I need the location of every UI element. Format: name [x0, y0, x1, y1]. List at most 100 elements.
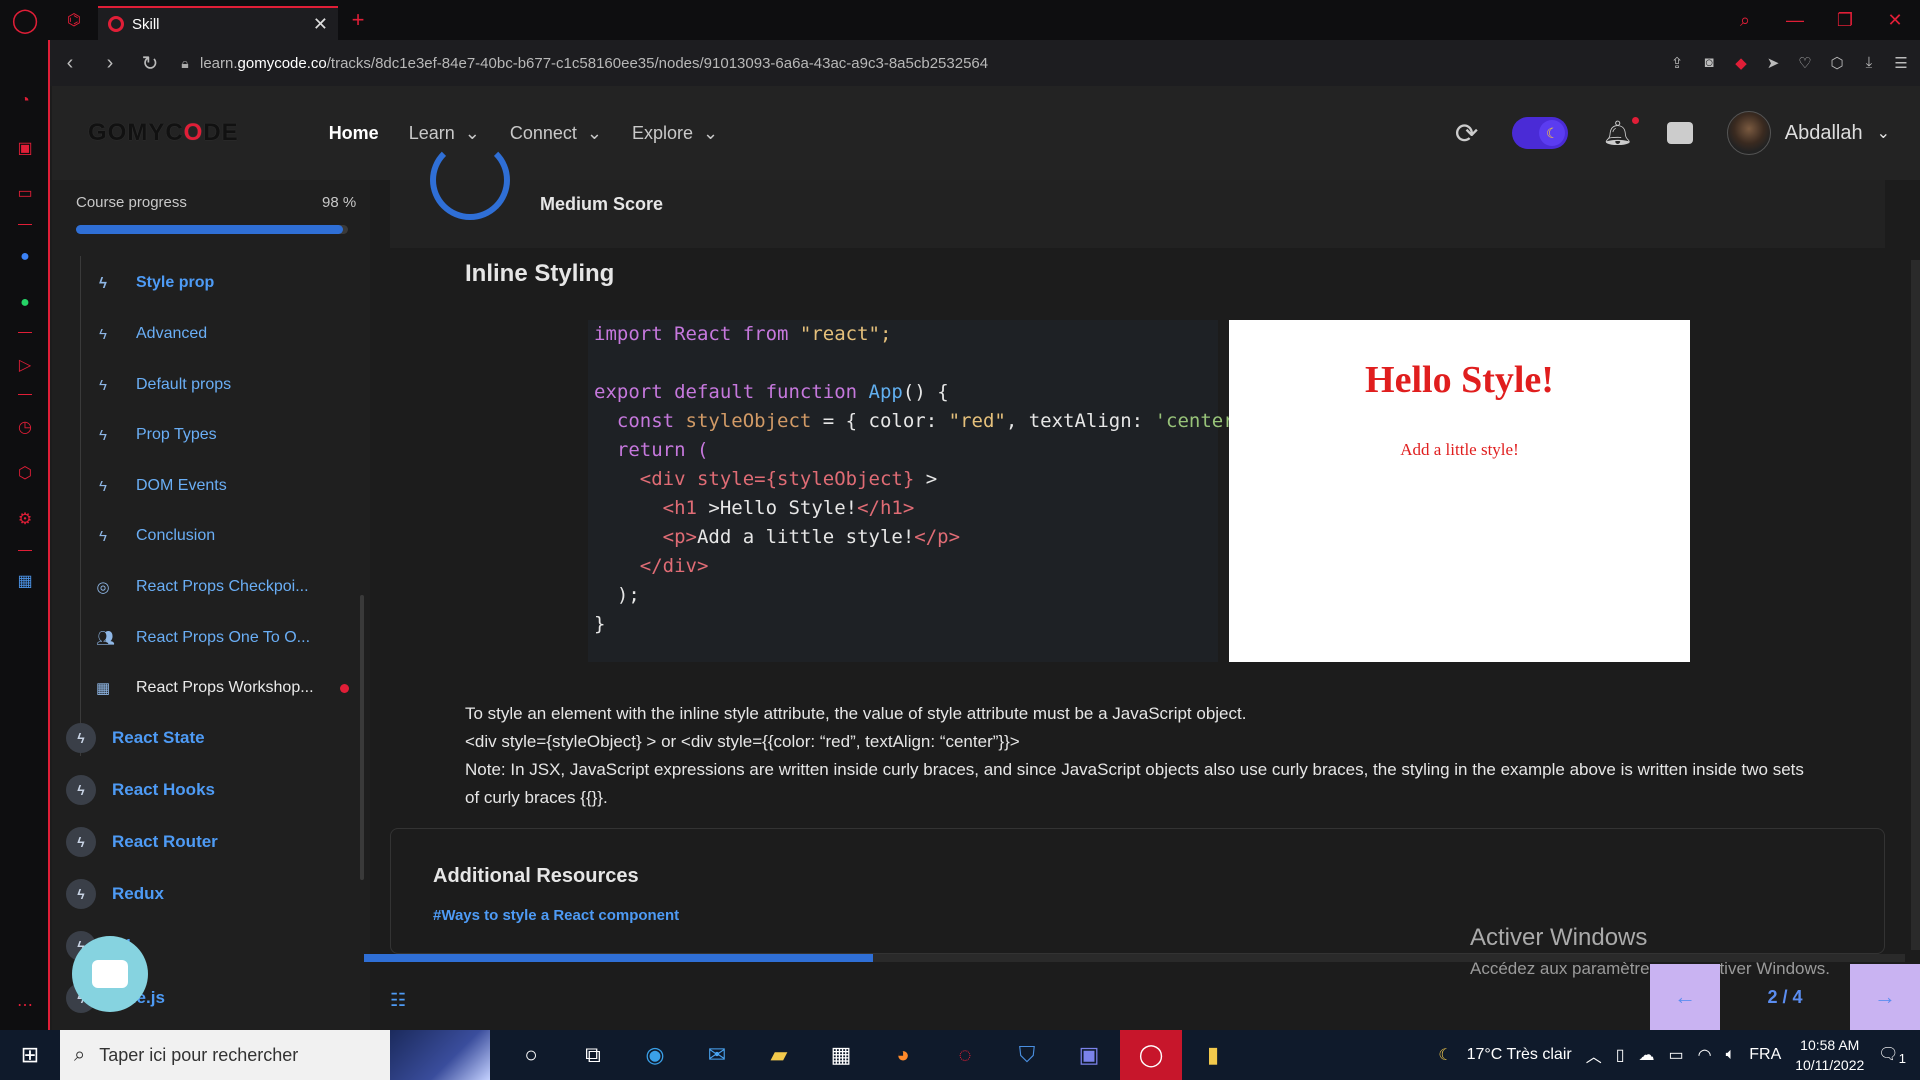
- file-explorer-icon[interactable]: ▰: [748, 1030, 810, 1080]
- forward-icon[interactable]: ›: [90, 52, 130, 75]
- teams-icon[interactable]: ▣: [1058, 1030, 1120, 1080]
- clock[interactable]: 10:58 AM 10/11/2022: [1795, 1035, 1864, 1075]
- player-icon[interactable]: ▷: [12, 352, 38, 378]
- more-icon[interactable]: ⋯: [12, 992, 38, 1018]
- support-chat-button[interactable]: [72, 936, 148, 1012]
- device-icon[interactable]: ▯: [1616, 1045, 1625, 1065]
- opera-icon[interactable]: ◯: [1120, 1030, 1182, 1080]
- desc-line: <div style={styleObject} > or <div style…: [465, 732, 1020, 751]
- minimize-icon[interactable]: —: [1770, 10, 1820, 31]
- gx-control-icon[interactable]: ⌬: [50, 0, 98, 40]
- list-icon[interactable]: ☷: [390, 990, 406, 1011]
- task-view-icon[interactable]: ⧉: [562, 1030, 624, 1080]
- nav-explore[interactable]: Explore ⌄: [632, 123, 718, 144]
- reload-icon[interactable]: ↻: [130, 51, 170, 76]
- sidebar-item-workshop[interactable]: ▦ React Props Workshop...: [96, 673, 349, 703]
- messages-icon[interactable]: [1666, 122, 1693, 144]
- taskbar-search[interactable]: ⌕ Taper ici pour rechercher: [60, 1030, 490, 1080]
- time: 10:58 AM: [1800, 1037, 1860, 1053]
- chapter-react-hooks[interactable]: ϟ React Hooks: [66, 773, 215, 807]
- restore-icon[interactable]: ❐: [1820, 10, 1870, 31]
- previous-button[interactable]: ←: [1650, 964, 1720, 1030]
- next-button[interactable]: →: [1850, 964, 1920, 1030]
- extensions-icon[interactable]: ⬡: [12, 460, 38, 486]
- tab-title: Skill: [132, 15, 160, 33]
- messenger-icon[interactable]: ●: [12, 244, 38, 270]
- user-menu[interactable]: Abdallah ⌄: [1726, 111, 1890, 155]
- sidebar-item-advanced[interactable]: ϟ Advanced: [96, 319, 207, 349]
- chapter-redux[interactable]: ϟ Redux: [66, 877, 164, 911]
- arrow-left-icon: ←: [1674, 984, 1696, 1009]
- new-tab-button[interactable]: +: [338, 7, 378, 33]
- files-icon[interactable]: ▮: [1182, 1030, 1244, 1080]
- dark-mode-toggle[interactable]: ☾: [1512, 117, 1569, 149]
- weather-icon[interactable]: ☾: [1438, 1045, 1452, 1065]
- menu-icon[interactable]: ☰: [1892, 54, 1910, 72]
- chevron-up-icon[interactable]: ︿: [1586, 1043, 1602, 1067]
- sidebar-item-default-props[interactable]: ϟ Default props: [96, 370, 231, 400]
- resources-title: Additional Resources: [433, 865, 639, 887]
- windows-start-icon[interactable]: ⊞: [0, 1042, 60, 1068]
- nav-connect[interactable]: Connect ⌄: [510, 123, 602, 144]
- bell-icon[interactable]: 🔔︎: [1602, 116, 1639, 148]
- wifi-icon[interactable]: ◠: [1698, 1045, 1712, 1065]
- settings-icon[interactable]: ⚙: [12, 506, 38, 532]
- sidebar-item-conclusion[interactable]: ϟ Conclusion: [96, 521, 215, 551]
- firefox-icon[interactable]: ◕: [872, 1030, 934, 1080]
- download-icon[interactable]: ⤓: [1860, 54, 1878, 72]
- sidebar-scrollbar[interactable]: [360, 595, 364, 880]
- opera-logo-icon[interactable]: ◯: [0, 0, 50, 40]
- cortana-icon[interactable]: ○: [500, 1030, 562, 1080]
- close-window-icon[interactable]: ✕: [1870, 10, 1920, 31]
- url-field[interactable]: learn.gomycode.co/tracks/8dc1e3ef-84e7-4…: [200, 55, 1668, 72]
- battery-icon[interactable]: ▭: [1669, 1045, 1684, 1065]
- cube-icon[interactable]: ⬡: [1828, 54, 1846, 72]
- sync-icon[interactable]: ⟳: [1455, 117, 1478, 150]
- resource-link[interactable]: #Ways to style a React component: [433, 907, 679, 924]
- translate-icon[interactable]: ▦: [12, 568, 38, 594]
- volume-icon[interactable]: 🔈︎: [1726, 1046, 1736, 1064]
- adblock-shield-icon[interactable]: ◆: [1732, 54, 1750, 72]
- send-icon[interactable]: ➤: [1764, 54, 1782, 72]
- heart-icon[interactable]: ♡: [1796, 54, 1814, 72]
- tab-close-icon[interactable]: ✕: [313, 14, 328, 35]
- bolt-icon: ϟ: [99, 376, 107, 394]
- speed-dial-icon[interactable]: ◔: [12, 88, 38, 114]
- mail-icon[interactable]: ✉: [686, 1030, 748, 1080]
- url-domain: gomycode.co: [237, 54, 327, 72]
- chapter-react-state[interactable]: ϟ React State: [66, 721, 205, 755]
- sidebar-item-style-prop[interactable]: ϟ Style prop: [96, 268, 214, 298]
- sidebar-item-prop-types[interactable]: ϟ Prop Types: [96, 420, 217, 450]
- course-progress-label: Course progress: [76, 194, 187, 211]
- bolt-icon: ϟ: [99, 274, 107, 292]
- store-icon[interactable]: ▦: [810, 1030, 872, 1080]
- edge-icon[interactable]: ◉: [624, 1030, 686, 1080]
- score-ring: [430, 140, 510, 220]
- nav-home[interactable]: Home: [329, 123, 379, 144]
- search-icon[interactable]: ⌕: [1720, 10, 1770, 31]
- browser-tab[interactable]: Skill ✕: [98, 6, 338, 40]
- code-snippet-image: import React from "react"; export defaul…: [588, 320, 1258, 662]
- gomycode-logo[interactable]: GOMYCODE: [88, 119, 239, 147]
- notifications-icon[interactable]: 🗨︎1: [1878, 1044, 1906, 1066]
- share-icon[interactable]: ⇪: [1668, 54, 1686, 72]
- chapter-react-router[interactable]: ϟ React Router: [66, 825, 218, 859]
- workspace-icon[interactable]: ▣: [12, 135, 38, 161]
- sidebar-item-one-to-one[interactable]: 👥︎ React Props One To O...: [96, 623, 310, 653]
- shield-icon[interactable]: ⛉: [996, 1030, 1058, 1080]
- lock-icon[interactable]: 🔒︎: [170, 55, 200, 72]
- back-icon[interactable]: ‹: [50, 52, 90, 75]
- twitch-icon[interactable]: ▭: [12, 180, 38, 206]
- windows-watermark-title: Activer Windows: [1470, 924, 1648, 951]
- camera-icon[interactable]: ◙: [1700, 54, 1718, 72]
- weather-text[interactable]: 17°C Très clair: [1467, 1046, 1572, 1064]
- content-scrollbar[interactable]: [1911, 260, 1920, 950]
- opera-gx-icon[interactable]: ◌: [934, 1030, 996, 1080]
- language-indicator[interactable]: FRA: [1749, 1046, 1781, 1064]
- sidebar-item-dom-events[interactable]: ϟ DOM Events: [96, 471, 227, 501]
- sidebar-item-checkpoint[interactable]: ◎ React Props Checkpoi...: [96, 572, 308, 602]
- whatsapp-icon[interactable]: ●: [12, 290, 38, 316]
- history-icon[interactable]: ◷: [12, 414, 38, 440]
- onedrive-icon[interactable]: ☁: [1639, 1045, 1655, 1065]
- lesson-content: Medium Score Inline Styling import React…: [364, 140, 1920, 1030]
